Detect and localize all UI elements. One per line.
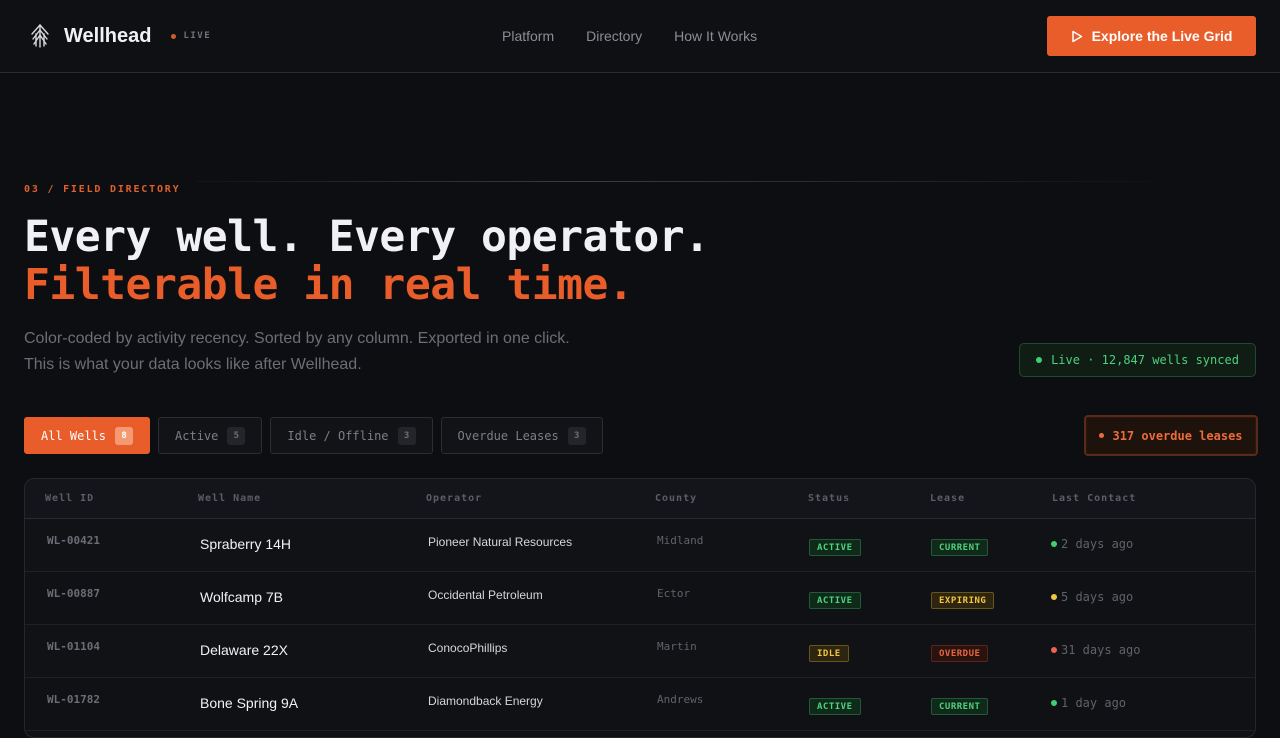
recency-dot xyxy=(1051,700,1057,706)
well-id: WL-01782 xyxy=(47,693,100,706)
county: Midland xyxy=(657,534,704,547)
operator: Occidental Petroleum xyxy=(428,588,543,602)
sync-status-text: Live · 12,847 wells synced xyxy=(1051,353,1239,367)
sync-status-badge: Live · 12,847 wells synced xyxy=(1019,343,1256,377)
well-id: WL-00887 xyxy=(47,587,100,600)
status-badge: IDLE xyxy=(809,645,849,662)
filter-label: Overdue Leases xyxy=(457,428,559,443)
table-row[interactable]: WL-01782 Bone Spring 9A Diamondback Ener… xyxy=(25,678,1255,731)
live-dot xyxy=(171,33,177,39)
status-badge: ACTIVE xyxy=(809,539,861,556)
alert-dot xyxy=(1099,433,1105,438)
play-icon xyxy=(1071,30,1082,42)
filter-count: 5 xyxy=(227,426,246,445)
column-header-well-name[interactable]: Well Name xyxy=(198,493,261,504)
column-header-status[interactable]: Status xyxy=(808,493,850,504)
last-contact-text: 31 days ago xyxy=(1061,643,1141,657)
well-name: Bone Spring 9A xyxy=(200,695,299,711)
filter-count: 3 xyxy=(567,426,586,445)
hero-subtitle: Color-coded by activity recency. Sorted … xyxy=(24,326,624,378)
hero-subtitle-line1: Color-coded by activity recency. Sorted … xyxy=(24,330,570,347)
last-contact: 1 day ago xyxy=(1051,696,1126,710)
well-name: Wolfcamp 7B xyxy=(200,589,283,605)
hero-subtitle-line2: This is what your data looks like after … xyxy=(24,356,362,373)
last-contact-text: 2 days ago xyxy=(1061,537,1134,551)
wells-table: Well ID Well Name Operator County Status… xyxy=(24,478,1256,738)
last-contact-text: 1 day ago xyxy=(1061,696,1127,710)
table-header: Well ID Well Name Operator County Status… xyxy=(25,479,1255,519)
overdue-leases-alert[interactable]: 317 overdue leases xyxy=(1084,415,1258,456)
well-name: Spraberry 14H xyxy=(200,536,292,552)
status-badge: ACTIVE xyxy=(809,592,861,609)
lease-badge: CURRENT xyxy=(931,539,989,556)
column-header-last-contact[interactable]: Last Contact xyxy=(1052,493,1136,504)
explore-live-grid-button[interactable]: Explore the Live Grid xyxy=(1047,16,1256,56)
status-badge: ACTIVE xyxy=(809,698,861,715)
filter-count: 8 xyxy=(115,426,134,445)
filter-label: All Wells xyxy=(41,428,107,443)
last-contact: 5 days ago xyxy=(1051,590,1133,604)
table-row[interactable]: WL-01104 Delaware 22X ConocoPhillips Mar… xyxy=(25,625,1255,678)
last-contact-text: 5 days ago xyxy=(1061,590,1134,604)
overdue-leases-text: 317 overdue leases xyxy=(1112,428,1243,443)
lease-badge: CURRENT xyxy=(931,698,989,715)
filter-label: Active xyxy=(175,428,219,443)
operator: Pioneer Natural Resources xyxy=(428,535,573,549)
recency-dot xyxy=(1051,594,1057,600)
nav-link-platform[interactable]: Platform xyxy=(502,27,554,45)
recency-dot xyxy=(1051,541,1057,547)
filter-overdue-leases[interactable]: Overdue Leases 3 xyxy=(440,417,603,454)
hero-title-line2: Filterable in real time. xyxy=(24,260,634,310)
hero-title-line1: Every well. Every operator. xyxy=(24,212,710,262)
filter-count: 3 xyxy=(397,426,416,445)
column-header-lease[interactable]: Lease xyxy=(930,493,965,504)
well-id: WL-00421 xyxy=(47,534,100,547)
operator: ConocoPhillips xyxy=(428,641,508,655)
brand[interactable]: Wellhead LIVE xyxy=(28,22,211,50)
column-header-well-id[interactable]: Well ID xyxy=(45,493,94,504)
wellhead-logo-icon xyxy=(31,24,49,48)
filter-idle-offline[interactable]: Idle / Offline 3 xyxy=(270,417,433,454)
nav-links: Platform Directory How It Works xyxy=(502,27,789,45)
section-divider xyxy=(196,181,1156,182)
sync-dot xyxy=(1036,357,1043,363)
operator: Diamondback Energy xyxy=(428,694,543,708)
cta-label: Explore the Live Grid xyxy=(1091,28,1233,44)
well-name: Delaware 22X xyxy=(200,642,288,658)
filter-all-wells[interactable]: All Wells 8 xyxy=(24,417,151,454)
top-nav: Wellhead LIVE Platform Directory How It … xyxy=(0,0,1280,73)
column-header-operator[interactable]: Operator xyxy=(426,493,482,504)
table-row[interactable]: WL-00887 Wolfcamp 7B Occidental Petroleu… xyxy=(25,572,1255,625)
nav-link-directory[interactable]: Directory xyxy=(586,27,642,45)
table-row[interactable]: WL-00421 Spraberry 14H Pioneer Natural R… xyxy=(25,519,1255,572)
county: Andrews xyxy=(657,693,704,706)
lease-badge: EXPIRING xyxy=(931,592,995,609)
column-header-county[interactable]: County xyxy=(655,493,697,504)
county: Martin xyxy=(657,640,697,653)
well-id: WL-01104 xyxy=(47,640,100,653)
lease-badge: OVERDUE xyxy=(931,645,989,662)
live-label: LIVE xyxy=(183,31,212,41)
nav-link-how-it-works[interactable]: How It Works xyxy=(674,27,757,45)
filter-label: Idle / Offline xyxy=(287,428,389,443)
last-contact: 2 days ago xyxy=(1051,537,1133,551)
filter-active[interactable]: Active 5 xyxy=(158,417,263,454)
section-label: 03 / FIELD DIRECTORY xyxy=(24,184,181,195)
filter-bar: All Wells 8 Active 5 Idle / Offline 3 Ov… xyxy=(24,417,611,454)
recency-dot xyxy=(1051,647,1057,653)
brand-name: Wellhead xyxy=(64,25,152,47)
last-contact: 31 days ago xyxy=(1051,643,1140,657)
live-indicator: LIVE xyxy=(171,31,211,41)
county: Ector xyxy=(657,587,691,600)
